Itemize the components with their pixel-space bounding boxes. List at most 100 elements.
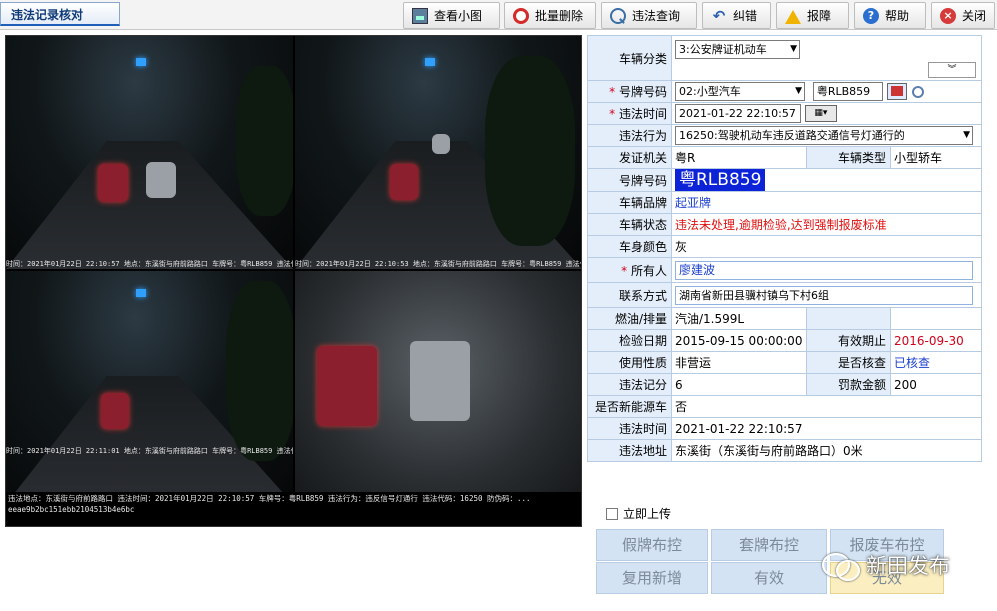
contact-input[interactable]: 湖南省新田县骥村镇乌下村6组 [675,285,973,305]
fine-value: 200 [890,373,982,396]
silver-car-closeup [410,341,470,421]
contact-cell: 湖南省新田县骥村镇乌下村6组 [671,282,982,308]
owner-label-cell: * 所有人 [587,257,672,283]
correct-button[interactable]: ↶ 纠错 [702,2,771,29]
fuel-label: 燃油/排量 [587,307,672,330]
upload-now-row[interactable]: 立即上传 [606,505,671,522]
silver-car [146,162,176,198]
traffic-light [425,58,435,66]
batch-delete-button[interactable]: 批量删除 [504,2,596,29]
camera-frame-2: 时间：2021年01月22日 22:10:53 地点：东溪街与府前路路口 车牌号… [295,36,581,269]
close-icon: × [940,7,956,24]
help-button[interactable]: ? 帮助 [854,2,926,29]
brand-value: 起亚牌 [671,191,982,214]
valid-until-label: 有效期止 [806,329,891,352]
view-thumbnail-label: 查看小图 [434,9,483,23]
checked-value: 已核查 [890,351,982,374]
view-thumbnail-button[interactable]: 查看小图 [403,2,500,29]
camera-frame-4-closeup [295,271,581,504]
watermark-text: 新田发布 [866,554,950,578]
fake-plate-button[interactable]: 假牌布控 [596,529,708,561]
close-label: 关闭 [962,9,987,23]
valid-button[interactable]: 有效 [711,562,827,594]
top-toolbar: 违法记录核对 查看小图 批量删除 违法查询 ↶ 纠错 报障 ? 帮助 × 关闭 [0,0,997,30]
fine-label: 罚款金额 [806,373,891,396]
status-label: 车辆状态 [587,213,672,236]
red-car [390,164,418,200]
caption-line-1: 违法地点：东溪街与府前路路口 违法时间：2021年01月22日 22:10:57… [8,494,531,503]
vehicle-type-value: 小型轿车 [890,146,982,169]
violation-query-button[interactable]: 违法查询 [601,2,697,29]
plate-lookup-button[interactable] [886,83,907,100]
violation-act-select[interactable]: 16250:驾驶机动车违反道路交通信号灯通行的 [675,126,973,145]
traffic-light [136,289,146,297]
cloned-plate-button[interactable]: 套牌布控 [711,529,827,561]
frame-caption-1: 时间：2021年01月22日 22:10:57 地点：东溪街与府前路路口 车牌号… [6,260,293,268]
contact-label: 联系方式 [587,282,672,308]
report-fault-label: 报障 [807,9,832,23]
inspect-date-label: 检验日期 [587,329,672,352]
violation-time-input[interactable]: 2021-01-22 22:10:57 [675,104,801,123]
warning-icon [785,8,801,24]
plate-number-highlight: 粤RLB859 [675,169,766,191]
owner-input[interactable]: 廖建波 [675,260,973,280]
issuing-office-value: 粤R [671,146,807,169]
new-energy-label: 是否新能源车 [587,395,672,418]
time2-label: 违法时间 [587,417,672,440]
color-value: 灰 [671,235,982,258]
violation-act-label: 违法行为 [587,124,672,147]
inspect-date-value: 2015-09-15 00:00:00 [671,329,807,352]
violation-query-label: 违法查询 [632,9,681,23]
checked-label: 是否核查 [806,351,891,374]
owner-cell: 廖建波 [671,257,982,283]
empty-label [806,307,891,330]
address-label: 违法地址 [587,439,672,462]
upload-now-checkbox[interactable] [606,507,618,520]
photo-icon [412,7,428,24]
correct-label: 纠错 [733,9,758,23]
expand-button[interactable]: ︾ [928,62,976,78]
help-icon: ? [863,7,879,24]
red-car-closeup [317,346,377,426]
plate-label-cell: * 号牌号码 [587,80,672,103]
new-energy-value: 否 [671,395,982,418]
time2-value: 2021-01-22 22:10:57 [671,417,982,440]
valid-until-value: 2016-09-30 [890,329,982,352]
required-mark: * [621,263,628,278]
vehicle-info-form: 车辆分类 3:公安牌证机动车 ︾ * 号牌号码 02:小型汽车 粤RLB859 … [587,35,982,462]
plate-big-cell: 粤RLB859 [671,168,982,192]
camera-frame-3: 时间：2021年01月22日 22:11:01 地点：东溪街与府前路路口 车牌号… [6,271,293,504]
silver-car [432,134,450,154]
close-button[interactable]: × 关闭 [931,2,995,29]
points-label: 违法记分 [587,373,672,396]
plate-number-input[interactable]: 粤RLB859 [812,82,883,101]
delete-icon [513,7,529,24]
vehicle-category-cell: 3:公安牌证机动车 ︾ [671,35,982,81]
plate-input-cell: 02:小型汽车 粤RLB859 [671,80,982,103]
reuse-add-button[interactable]: 复用新增 [596,562,708,594]
red-car [98,164,128,202]
required-mark: * [609,85,616,99]
wechat-icon [822,551,860,581]
owner-label: 所有人 [630,263,667,278]
undo-icon: ↶ [712,6,726,25]
vehicle-category-select[interactable]: 3:公安牌证机动车 [675,40,800,59]
frame-caption-3: 时间：2021年01月22日 22:11:01 地点：东溪街与府前路路口 车牌号… [6,447,293,455]
tab-violation-record-check[interactable]: 违法记录核对 [0,2,120,26]
empty-value [890,307,982,330]
wechat-watermark: 新田发布 [822,550,950,581]
plate-label: 号牌号码 [618,85,667,99]
status-value: 违法未处理,逾期检验,达到强制报废标准 [671,213,982,236]
fuel-value: 汽油/1.599L [671,307,807,330]
report-fault-button[interactable]: 报障 [776,2,849,29]
batch-delete-label: 批量删除 [535,9,584,23]
plate-type-select[interactable]: 02:小型汽车 [675,82,805,101]
calendar-icon[interactable]: ▦▾ [804,105,837,122]
violation-photo-composite[interactable]: 时间：2021年01月22日 22:10:57 地点：东溪街与府前路路口 车牌号… [5,35,582,527]
usage-label: 使用性质 [587,351,672,374]
required-mark: * [609,107,616,121]
violation-act-cell: 16250:驾驶机动车违反道路交通信号灯通行的 [671,124,982,147]
search-icon [610,7,626,24]
magnifier-icon[interactable] [912,85,925,98]
issuing-office-label: 发证机关 [587,146,672,169]
